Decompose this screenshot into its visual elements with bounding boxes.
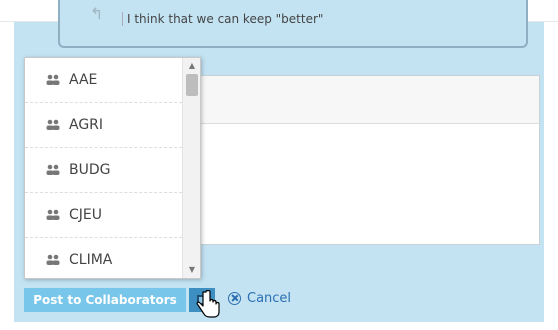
scrollbar-thumb[interactable] xyxy=(186,74,198,96)
hand-pointer-icon xyxy=(196,290,220,318)
collaborators-dropdown[interactable]: AAE AGRI BUDG CJEU CLIMA ▲ ▼ xyxy=(24,57,201,279)
list-item[interactable]: BUDG xyxy=(25,148,182,193)
list-item[interactable]: AGRI xyxy=(25,103,182,148)
dropdown-scrollbar[interactable]: ▲ ▼ xyxy=(182,58,200,278)
collaborators-list: AAE AGRI BUDG CJEU CLIMA xyxy=(25,58,182,278)
group-icon xyxy=(46,254,60,265)
group-icon xyxy=(46,209,60,220)
list-item[interactable]: AAE xyxy=(25,58,182,103)
list-item-label: CJEU xyxy=(69,207,102,223)
list-item[interactable]: CLIMA xyxy=(25,238,182,278)
scroll-down-icon[interactable]: ▼ xyxy=(183,262,200,278)
cancel-link[interactable]: Cancel xyxy=(228,291,291,306)
group-icon xyxy=(46,164,60,175)
group-icon xyxy=(46,119,60,130)
quote-icon: ↰ xyxy=(90,4,104,23)
list-item[interactable]: CJEU xyxy=(25,193,182,238)
cancel-label: Cancel xyxy=(247,291,292,306)
group-icon xyxy=(46,74,60,85)
comment-editor[interactable] xyxy=(196,75,540,245)
post-to-collaborators-button[interactable]: Post to Collaborators xyxy=(24,288,186,312)
cancel-circle-icon xyxy=(228,292,241,305)
quoted-comment-text: I think that we can keep "better" xyxy=(122,12,323,26)
list-item-label: BUDG xyxy=(69,162,111,178)
scroll-up-icon[interactable]: ▲ xyxy=(183,58,200,74)
list-item-label: AGRI xyxy=(69,117,104,133)
editor-toolbar xyxy=(197,76,539,124)
list-item-label: AAE xyxy=(69,72,98,88)
list-item-label: CLIMA xyxy=(69,252,113,268)
